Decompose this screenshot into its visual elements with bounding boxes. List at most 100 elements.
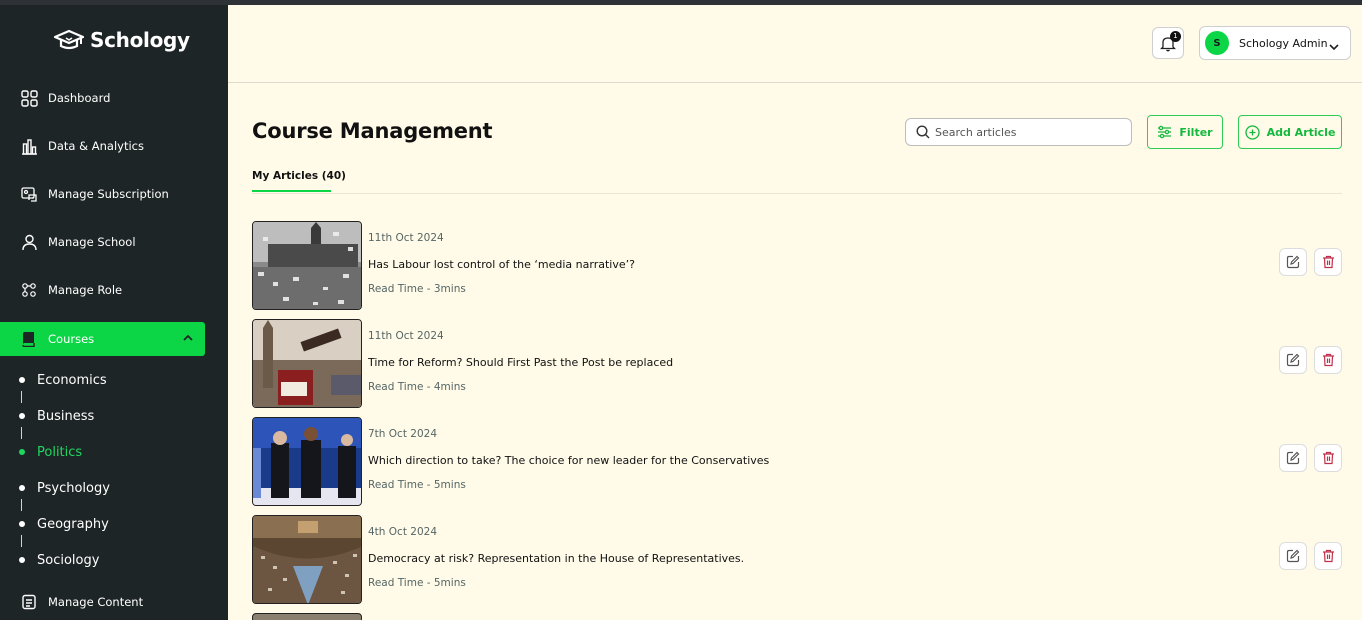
trash-icon <box>1322 353 1334 367</box>
sidebar-item-dashboard[interactable]: Dashboard <box>0 81 228 115</box>
bullet-dot <box>19 521 25 527</box>
course-psychology[interactable]: Psychology <box>37 481 110 496</box>
article-date: 7th Oct 2024 <box>368 428 438 440</box>
search-box <box>905 118 1132 146</box>
user-name: Schology Admin <box>1239 36 1328 50</box>
filter-button[interactable]: Filter <box>1147 115 1223 149</box>
plus-circle-icon <box>1244 124 1260 140</box>
article-row[interactable]: 11th Oct 2024 Has Labour lost control of… <box>252 221 1342 311</box>
article-date: 11th Oct 2024 <box>368 330 444 342</box>
course-economics[interactable]: Economics <box>37 373 107 388</box>
search-input[interactable] <box>935 125 1115 139</box>
edit-button[interactable] <box>1279 346 1307 374</box>
article-date: 4th Oct 2024 <box>368 526 438 538</box>
user-icon <box>20 233 38 251</box>
sidebar-item-manage-school[interactable]: Manage School <box>0 225 228 259</box>
bullet-dot <box>19 377 25 383</box>
article-thumbnail[interactable] <box>252 319 362 408</box>
article-read-time: Read Time - 5mins <box>368 479 466 491</box>
course-politics[interactable]: Politics <box>37 445 82 460</box>
edit-icon <box>1286 451 1300 465</box>
tree-line <box>21 499 22 511</box>
sidebar-item-label: Manage Role <box>48 283 123 297</box>
article-read-time: Read Time - 3mins <box>368 283 466 295</box>
sidebar-item-courses[interactable]: Courses <box>0 322 205 356</box>
notification-count-badge: 1 <box>1170 31 1181 42</box>
edit-button[interactable] <box>1279 248 1307 276</box>
course-geography[interactable]: Geography <box>37 517 109 532</box>
sidebar-item-label: Courses <box>48 332 95 346</box>
sidebar-item-label: Manage School <box>48 235 136 249</box>
top-header: 1 S Schology Admin <box>228 5 1362 83</box>
edit-button[interactable] <box>1279 542 1307 570</box>
sidebar-item-label: Dashboard <box>48 91 111 105</box>
bullet-dot <box>19 413 25 419</box>
article-thumbnail[interactable] <box>252 221 362 310</box>
article-thumbnail[interactable] <box>252 515 362 604</box>
article-row[interactable]: 11th Oct 2024 Time for Reform? Should Fi… <box>252 319 1342 409</box>
article-thumbnail[interactable] <box>252 613 362 620</box>
article-title[interactable]: Which direction to take? The choice for … <box>368 454 769 467</box>
course-sociology[interactable]: Sociology <box>37 553 99 568</box>
article-thumbnail[interactable] <box>252 417 362 506</box>
user-menu[interactable]: S Schology Admin <box>1199 26 1351 60</box>
sidebar-item-label: Manage Content <box>48 595 144 609</box>
bullet-dot-active <box>19 449 25 455</box>
chevron-down-icon <box>1328 38 1340 57</box>
delete-button[interactable] <box>1314 542 1342 570</box>
edit-icon <box>1286 255 1300 269</box>
search-icon <box>916 125 930 139</box>
brand-name: Schology <box>90 28 190 52</box>
sidebar-item-manage-subscription[interactable]: Manage Subscription <box>0 177 228 211</box>
bullet-dot <box>19 485 25 491</box>
article-read-time: Read Time - 4mins <box>368 381 466 393</box>
tree-line <box>21 535 22 547</box>
edit-icon <box>1286 549 1300 563</box>
tree-line <box>21 391 22 403</box>
sidebar-item-label: Manage Subscription <box>48 187 169 201</box>
article-row[interactable]: 7th Oct 2024 Which direction to take? Th… <box>252 417 1342 507</box>
article-read-time: Read Time - 5mins <box>368 577 466 589</box>
article-row[interactable]: 4th Oct 2024 Democracy at risk? Represen… <box>252 515 1342 605</box>
edit-button[interactable] <box>1279 444 1307 472</box>
delete-button[interactable] <box>1314 248 1342 276</box>
edit-icon <box>1286 353 1300 367</box>
sidebar: Schology Dashboard Data & Analytics Mana… <box>0 5 228 620</box>
bar-chart-icon <box>20 137 38 155</box>
avatar: S <box>1205 31 1229 55</box>
document-icon <box>20 593 38 611</box>
trash-icon <box>1322 451 1334 465</box>
delete-button[interactable] <box>1314 346 1342 374</box>
article-row[interactable] <box>252 613 1342 620</box>
trash-icon <box>1322 549 1334 563</box>
subscription-icon <box>20 185 38 203</box>
sidebar-item-manage-content[interactable]: Manage Content <box>0 585 228 619</box>
graduation-cap-icon <box>54 29 84 50</box>
sidebar-item-data-analytics[interactable]: Data & Analytics <box>0 129 228 163</box>
delete-button[interactable] <box>1314 444 1342 472</box>
page-title: Course Management <box>252 119 493 143</box>
sidebar-item-label: Data & Analytics <box>48 139 144 153</box>
article-title[interactable]: Has Labour lost control of the ‘media na… <box>368 258 635 271</box>
roles-icon <box>20 281 38 299</box>
add-article-label: Add Article <box>1266 125 1336 139</box>
tab-divider <box>252 193 1342 194</box>
sidebar-item-manage-role[interactable]: Manage Role <box>0 273 228 307</box>
grid-icon <box>20 89 38 107</box>
sliders-icon <box>1158 125 1172 139</box>
course-business[interactable]: Business <box>37 409 94 424</box>
filter-label: Filter <box>1179 125 1213 139</box>
brand-logo[interactable]: Schology <box>54 28 190 52</box>
tab-active-indicator <box>252 190 331 192</box>
article-title[interactable]: Time for Reform? Should First Past the P… <box>368 356 673 369</box>
book-icon <box>20 330 38 348</box>
chevron-up-icon[interactable] <box>181 331 195 348</box>
bullet-dot <box>19 557 25 563</box>
tab-my-articles[interactable]: My Articles (40) <box>252 170 346 182</box>
tree-line <box>21 427 22 439</box>
notifications-button[interactable]: 1 <box>1152 27 1184 59</box>
article-date: 11th Oct 2024 <box>368 232 444 244</box>
add-article-button[interactable]: Add Article <box>1238 115 1342 149</box>
article-title[interactable]: Democracy at risk? Representation in the… <box>368 552 744 565</box>
trash-icon <box>1322 255 1334 269</box>
